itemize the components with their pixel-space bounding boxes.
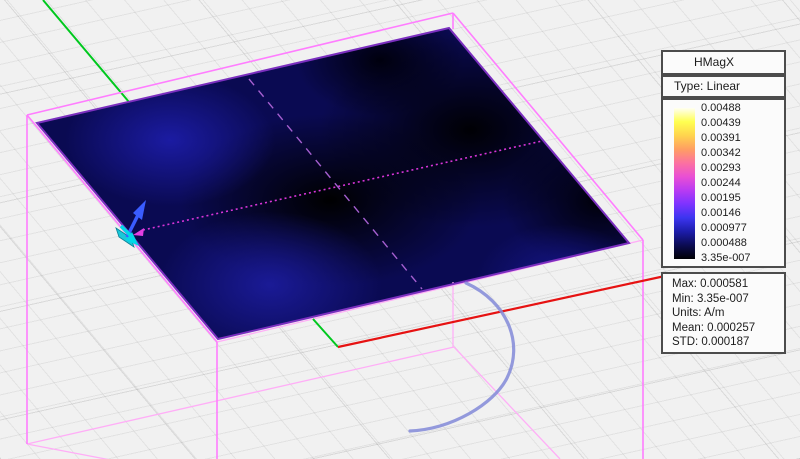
stat-label: Units:: [672, 307, 701, 319]
plate-outline: [37, 28, 629, 339]
scale-value: 0.00488: [701, 101, 751, 116]
3d-modeler-viewport[interactable]: HMagX Type: Linear 0.00488 0.00439 0.003…: [0, 0, 800, 459]
stat-label: Mean:: [672, 322, 704, 334]
scale-value: 0.000488: [701, 236, 751, 251]
legend-title-box: HMagX: [661, 50, 786, 75]
plate-center-dashed-line: [249, 79, 422, 289]
legend-scale-type: Type: Linear: [674, 79, 740, 93]
legend-title: HMagX: [694, 55, 734, 69]
stat-label: STD:: [672, 336, 698, 348]
scale-value: 0.00439: [701, 116, 751, 131]
airbox-top-right-edge: [453, 13, 643, 240]
airbox-bottom-back-edge: [27, 347, 454, 444]
stat-max: Max: 0.000581: [672, 277, 784, 292]
legend-colorbar-box: 0.00488 0.00439 0.00391 0.00342 0.00293 …: [661, 98, 786, 268]
airbox-hidden-edges: [27, 240, 643, 459]
plate-center-dotted-line: [143, 141, 542, 230]
scale-value: 0.00293: [701, 161, 751, 176]
stat-value: 0.000187: [701, 336, 749, 348]
y-axis-green: [43, 0, 338, 347]
stat-label: Max:: [672, 278, 697, 290]
scale-value: 0.00244: [701, 176, 751, 191]
scale-value: 0.00342: [701, 146, 751, 161]
legend-type-box: Type: Linear: [661, 75, 786, 98]
scale-value: 3.35e-007: [701, 251, 751, 266]
stat-min: Min: 3.35e-007: [672, 292, 784, 307]
scale-value: 0.00391: [701, 131, 751, 146]
stat-value: A/m: [704, 307, 724, 319]
scale-value: 0.000977: [701, 221, 751, 236]
colorbar-scale-labels: 0.00488 0.00439 0.00391 0.00342 0.00293 …: [701, 101, 751, 267]
stat-mean: Mean: 0.000257: [672, 321, 784, 336]
airbox-bottom-right-edge: [454, 347, 560, 459]
scale-value: 0.00195: [701, 191, 751, 206]
stat-value: 0.000581: [700, 278, 748, 290]
airbox-bottom-left-edge: [27, 444, 116, 459]
scale-value: 0.00146: [701, 206, 751, 221]
feed-vector-blue-head: [133, 200, 146, 220]
legend-stats-box: Max: 0.000581 Min: 3.35e-007 Units: A/m …: [661, 272, 786, 354]
arc-curve: [410, 283, 514, 431]
stat-value: 0.000257: [707, 322, 755, 334]
y-axis-lower-segment: [313, 319, 338, 347]
stat-std: STD: 0.000187: [672, 335, 784, 350]
center-line-start-arrowhead: [133, 228, 144, 236]
y-axis-upper-segment: [43, 0, 129, 102]
colorbar-gradient: [674, 108, 695, 259]
airbox-top-back-edge: [27, 13, 453, 115]
stat-units: Units: A/m: [672, 306, 784, 321]
stat-label: Min:: [672, 293, 694, 305]
stat-value: 3.35e-007: [697, 293, 749, 305]
